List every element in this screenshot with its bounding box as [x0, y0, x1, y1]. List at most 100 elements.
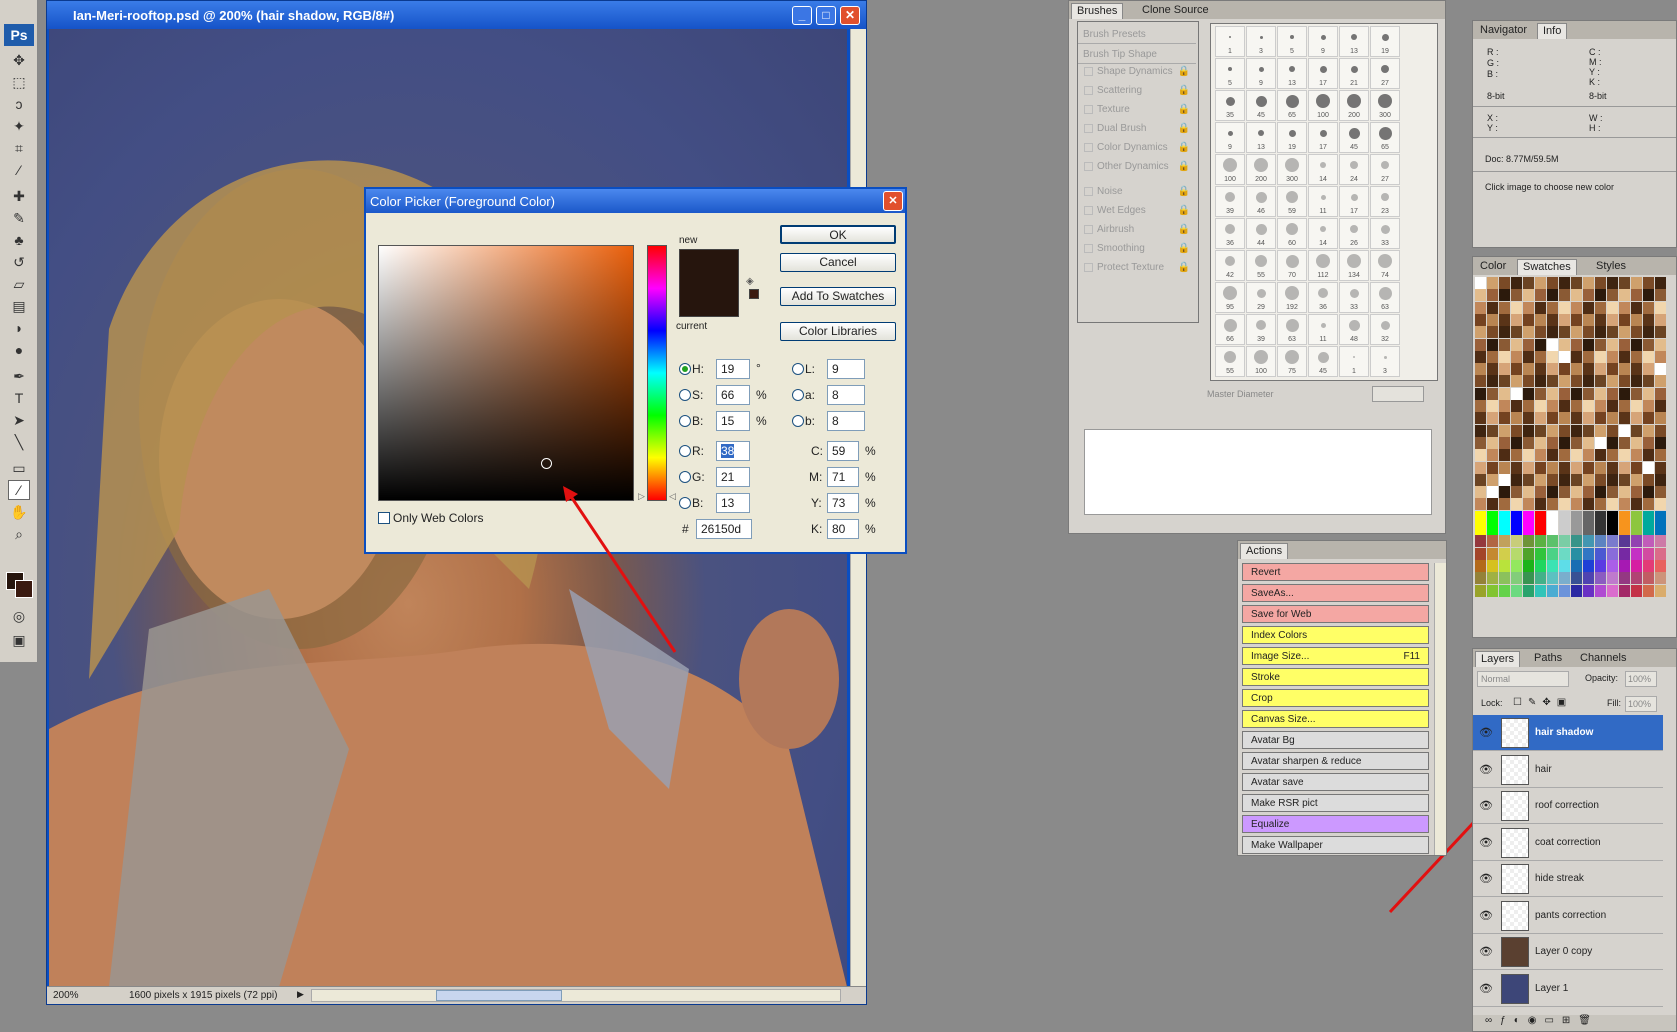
- color-swatch[interactable]: [1643, 375, 1654, 388]
- color-swatch[interactable]: [1583, 559, 1594, 572]
- color-swatch[interactable]: [1535, 289, 1546, 302]
- color-swatch[interactable]: [1475, 313, 1486, 326]
- color-swatch[interactable]: [1475, 473, 1486, 486]
- color-swatch[interactable]: [1559, 498, 1570, 511]
- color-swatch[interactable]: [1559, 400, 1570, 412]
- actions-scrollbar[interactable]: [1434, 563, 1446, 855]
- color-swatch[interactable]: [1595, 449, 1606, 462]
- color-swatch[interactable]: [1523, 473, 1534, 486]
- color-swatch[interactable]: [1535, 572, 1546, 585]
- color-swatch[interactable]: [1583, 289, 1594, 302]
- brush-preset[interactable]: 11: [1308, 186, 1338, 217]
- color-swatch[interactable]: [1643, 473, 1654, 486]
- color-swatch[interactable]: [1643, 510, 1654, 523]
- color-swatch[interactable]: [1655, 486, 1666, 499]
- color-swatch[interactable]: [1619, 486, 1630, 499]
- color-swatch[interactable]: [1607, 498, 1618, 511]
- color-swatch[interactable]: [1475, 338, 1486, 351]
- color-swatch[interactable]: [1643, 584, 1654, 597]
- color-swatch[interactable]: [1487, 523, 1498, 535]
- brush-option-checkbox[interactable]: [1084, 243, 1093, 253]
- tab-brushes[interactable]: Brushes: [1071, 3, 1124, 19]
- color-swatch[interactable]: [1559, 572, 1570, 585]
- brush-option-checkbox[interactable]: [1084, 85, 1093, 95]
- color-swatch[interactable]: [1511, 473, 1522, 486]
- brush-preset[interactable]: 70: [1277, 250, 1307, 281]
- visibility-eye-icon[interactable]: 👁: [1479, 982, 1493, 995]
- color-swatch[interactable]: [1559, 449, 1570, 462]
- color-swatch[interactable]: [1583, 400, 1594, 412]
- brush-option-shape-dynamics[interactable]: Shape Dynamics 🔒: [1078, 66, 1196, 77]
- lock-icons[interactable]: ☐✎✥▣: [1513, 697, 1572, 708]
- action-item[interactable]: Image Size... F11: [1242, 647, 1429, 665]
- color-swatch[interactable]: [1547, 301, 1558, 314]
- color-swatch[interactable]: [1607, 486, 1618, 499]
- lock-icon[interactable]: 🔒: [1178, 66, 1190, 77]
- color-swatch[interactable]: [1523, 547, 1534, 560]
- color-swatch[interactable]: [1535, 338, 1546, 351]
- brush-preset[interactable]: 45: [1246, 90, 1276, 121]
- brush-preset[interactable]: 66: [1215, 314, 1245, 345]
- color-swatch[interactable]: [1631, 461, 1642, 474]
- color-swatch[interactable]: [1475, 559, 1486, 572]
- color-swatch[interactable]: [1511, 572, 1522, 585]
- layer-row[interactable]: 👁 pants correction: [1473, 897, 1663, 934]
- brush-option-checkbox[interactable]: [1084, 66, 1093, 76]
- color-swatch[interactable]: [1499, 486, 1510, 499]
- action-item[interactable]: Avatar Bg: [1242, 731, 1429, 749]
- a-field[interactable]: 8: [827, 385, 865, 405]
- color-swatch[interactable]: [1655, 498, 1666, 511]
- color-swatch[interactable]: [1631, 436, 1642, 449]
- color-swatch[interactable]: [1643, 400, 1654, 412]
- color-swatch[interactable]: [1607, 449, 1618, 462]
- brush-preset[interactable]: 23: [1370, 186, 1400, 217]
- brush-preset[interactable]: 35: [1215, 90, 1245, 121]
- color-swatch[interactable]: [1643, 523, 1654, 535]
- move-tool-icon[interactable]: ✥: [8, 50, 30, 70]
- hue-slider-left-arrow-icon[interactable]: ▷: [638, 491, 645, 502]
- brush-preset[interactable]: 63: [1370, 282, 1400, 313]
- color-swatch[interactable]: [1535, 547, 1546, 560]
- brush-option-smoothing[interactable]: Smoothing 🔒: [1078, 243, 1196, 254]
- color-swatch[interactable]: [1655, 387, 1666, 400]
- color-swatch[interactable]: [1583, 375, 1594, 388]
- color-swatch[interactable]: [1535, 510, 1546, 523]
- visibility-eye-icon[interactable]: 👁: [1479, 799, 1493, 812]
- color-swatch[interactable]: [1487, 510, 1498, 523]
- color-swatch[interactable]: [1607, 473, 1618, 486]
- layer-row[interactable]: 👁 Layer 1: [1473, 970, 1663, 1007]
- color-swatch[interactable]: [1655, 277, 1666, 289]
- color-swatch[interactable]: [1655, 338, 1666, 351]
- color-swatch[interactable]: [1655, 473, 1666, 486]
- color-swatch[interactable]: [1499, 449, 1510, 462]
- color-swatch[interactable]: [1559, 350, 1570, 363]
- color-swatch[interactable]: [1523, 461, 1534, 474]
- color-swatch[interactable]: [1583, 436, 1594, 449]
- color-swatch[interactable]: [1487, 584, 1498, 597]
- brush-option-checkbox[interactable]: [1084, 104, 1093, 114]
- brush-preset[interactable]: 63: [1277, 314, 1307, 345]
- color-swatch[interactable]: [1499, 523, 1510, 535]
- color-swatch[interactable]: [1631, 559, 1642, 572]
- color-swatch[interactable]: [1607, 400, 1618, 412]
- color-swatch[interactable]: [1607, 289, 1618, 302]
- brightness-field[interactable]: 15: [716, 411, 750, 431]
- color-swatch[interactable]: [1559, 510, 1570, 523]
- brush-preset[interactable]: 36: [1308, 282, 1338, 313]
- color-swatch[interactable]: [1523, 449, 1534, 462]
- visibility-eye-icon[interactable]: 👁: [1479, 763, 1493, 776]
- lock-icon[interactable]: 🔒: [1178, 243, 1190, 254]
- color-swatch[interactable]: [1559, 375, 1570, 388]
- color-swatch[interactable]: [1571, 510, 1582, 523]
- color-swatch[interactable]: [1535, 486, 1546, 499]
- brush-preset[interactable]: 42: [1215, 250, 1245, 281]
- color-swatch[interactable]: [1571, 535, 1582, 548]
- brush-preset[interactable]: 5: [1215, 58, 1245, 89]
- fill-field[interactable]: 100%: [1625, 696, 1657, 712]
- color-swatch[interactable]: [1607, 326, 1618, 339]
- brush-option-dual-brush[interactable]: Dual Brush 🔒: [1078, 123, 1196, 134]
- color-swatch[interactable]: [1547, 523, 1558, 535]
- color-swatch[interactable]: [1571, 326, 1582, 339]
- color-swatch[interactable]: [1655, 313, 1666, 326]
- quick-mask-icon[interactable]: ◎: [8, 606, 30, 626]
